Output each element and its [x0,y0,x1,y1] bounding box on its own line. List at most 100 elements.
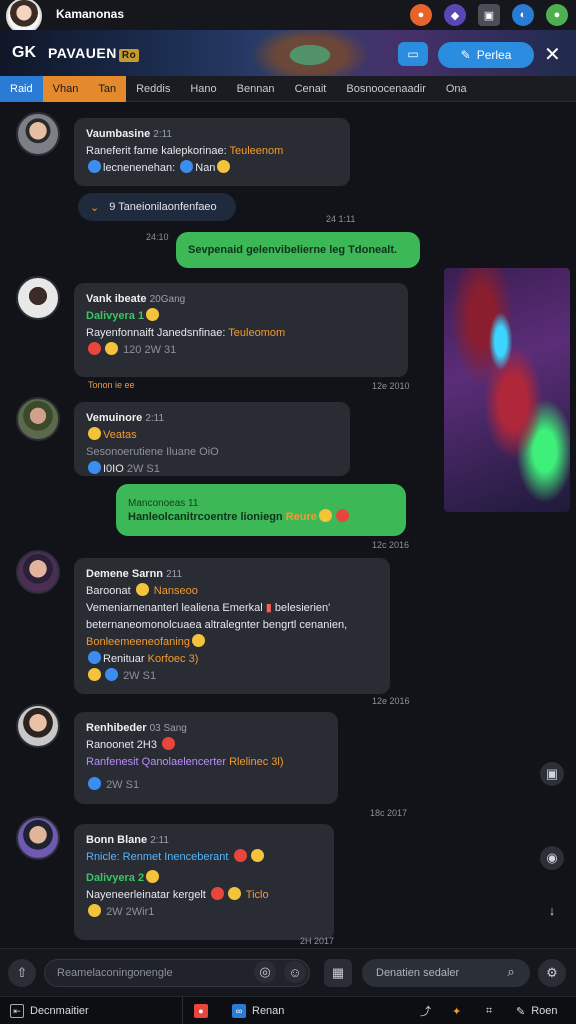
avatar[interactable] [16,550,60,594]
tab-reddis[interactable]: Reddis [126,76,180,102]
window-icon[interactable]: ▣ [478,4,500,26]
taskbar-item-game[interactable]: ✦ [452,997,461,1024]
message-footer: 2W 2Wir1 [106,906,155,918]
tab-vhan[interactable]: Vhan [42,75,89,102]
message-composer: ⇧ Reamelaconingonengle ◎ ☺ ▦ Denatien se… [0,948,576,996]
emoji-icon [146,870,160,883]
highlight-text: Teuleenom [229,145,284,157]
reply-text: 9 Taneionilaonfenfaeo [109,201,217,213]
chat-icon[interactable]: ◐ [512,4,534,26]
taskbar-label: Renan [252,1005,285,1017]
attach-icon[interactable]: ⇧ [8,959,36,987]
emoji-icon [250,849,264,862]
taskbar-app[interactable]: ⇤ Decnmaitier [10,997,89,1024]
image-gallery-icon[interactable]: ▣ [540,762,564,786]
message-text: Rayenfonnaift Janedsnfinae: [86,327,226,339]
primary-button[interactable]: ✎ Perlea [438,42,534,68]
tab-tan[interactable]: Tan [88,75,127,102]
message-time: 12e 2010 [372,381,410,391]
title-bar-icons: ● ◆ ▣ ◐ ● [410,4,568,26]
taskbar-label: Decnmaitier [30,1005,89,1017]
message-time: 2:11 [145,413,165,424]
emoji-icon [88,777,101,790]
voice-icon[interactable]: ◎ [254,961,276,983]
message-time: 18c 2017 [370,808,408,818]
highlight-text: Bonleemeeneofaning [86,636,190,648]
aperture-icon[interactable]: ◉ [540,846,564,870]
message-text: Vemeniarnenanterl [86,602,179,614]
tab-cenait[interactable]: Cenait [285,76,337,102]
avatar[interactable] [16,397,60,441]
orange-circle-icon[interactable]: ● [410,4,432,26]
message-time: 12c 2016 [372,540,410,550]
chat-area[interactable]: Vaumbasine 2:11 Raneferit fame kalepkori… [0,102,576,948]
tab-hano[interactable]: Hano [180,76,226,102]
badge-icon [88,160,101,173]
channel-tabs: Raid Vhan Tan Reddis Hano Bennan Cenait … [0,75,576,102]
game-banner: GK PAVAUEN Ro ▭ ✎ Perlea ✕ [0,30,576,76]
avatar[interactable] [16,112,60,156]
message-text: Sesonoerutiene Iluane OiO [86,446,219,458]
taskbar-item-renan[interactable]: ∞ Renan [232,997,284,1024]
avatar[interactable] [16,816,60,860]
highlight-text: Ticlo [245,889,269,901]
close-icon[interactable]: ✕ [544,42,561,67]
emoji-icon [105,342,118,355]
message-time: 12e 2016 [372,696,410,706]
shield-icon[interactable]: ◆ [444,4,466,26]
message-time: 2:11 [153,129,172,140]
share-icon: ⤴ [420,1006,431,1018]
title-bar: Kamanonas ● ◆ ▣ ◐ ● [0,0,576,34]
emoji-icon [88,342,101,355]
message-bubble: Vank ibeate 20Gang Dalivyera 1 Rayenfonn… [74,283,408,377]
edit-icon: ✎ [516,1005,526,1018]
green-avatar-icon[interactable]: ● [546,4,568,26]
message-bubble: Vaumbasine 2:11 Raneferit fame kalepkori… [74,118,350,186]
message-bubble: Renhibeder 03 Sang Ranoonet 2H3 Ranfenes… [74,712,338,804]
tab-bosnoocenaadir[interactable]: Bosnoocenaadir [336,76,436,102]
search-icon[interactable]: ⌕ [500,961,522,983]
highlight-text: Rlelinec 3l) [229,756,284,768]
taskbar-item-roen[interactable]: ✎ Roen [516,997,558,1024]
brand-logo-icon: GK [12,44,36,61]
avatar[interactable] [16,276,60,320]
window-title: Kamanonas [56,7,125,21]
emoji-picker-icon[interactable]: ☺ [284,961,306,983]
avatar[interactable] [16,704,60,748]
chat-button[interactable]: ▭ [398,42,428,66]
tab-ona[interactable]: Ona [436,76,477,102]
user-avatar[interactable] [6,0,42,34]
message-footer: 2W S1 [106,779,140,791]
hero-artwork-image[interactable] [444,268,570,512]
message-bubble: Demene Sarnn 211 Baroonat Nanseoo Vemeni… [74,558,390,694]
game-icon: ✦ [452,1005,462,1018]
sender-name: Vemuinore [86,412,143,424]
emoji-icon [318,508,332,522]
taskbar-item-share[interactable]: ⤴ [420,997,431,1024]
highlight-text: Reure [285,510,317,523]
emoji-icon [135,583,149,596]
sender-name: Vank ibeate [86,293,147,305]
message-footer: I0IO [103,463,124,475]
message-text: Ranoonet 2H3 [86,739,157,751]
highlight-text: Ranfenesit Qanolaelencerter [86,756,227,768]
emoji-icon [227,887,241,900]
reply-pill[interactable]: ⌄ 9 Taneionilaonfenfaeo [78,193,236,221]
taskbar-item-red[interactable]: ● [194,997,208,1024]
tab-raid[interactable]: Raid [0,75,43,102]
chevron-down-icon: ⌄ [90,201,100,214]
highlight-text: Teuleomom [228,327,286,339]
emoji-icon [88,427,101,440]
settings-icon[interactable]: ⚙ [538,959,566,987]
highlight-text: Nanseoo [153,585,198,597]
highlight-text: Rnicle: Renmet Inenceberant [86,851,229,863]
gallery-icon[interactable]: ▦ [324,959,352,987]
message-text: lecnenenehan: [103,162,176,174]
outgoing-message: Sevpenaid gelenvibelierne leg Tdonealt. [176,232,420,268]
app-icon: ⇤ [10,1004,24,1018]
tab-bennan[interactable]: Bennan [227,76,285,102]
message-time: 2H 2017 [300,936,335,946]
taskbar-item-crop[interactable]: ⌗ [486,997,492,1024]
blue-app-icon: ∞ [232,1004,246,1018]
scroll-down-icon[interactable]: ↓ [540,898,564,922]
